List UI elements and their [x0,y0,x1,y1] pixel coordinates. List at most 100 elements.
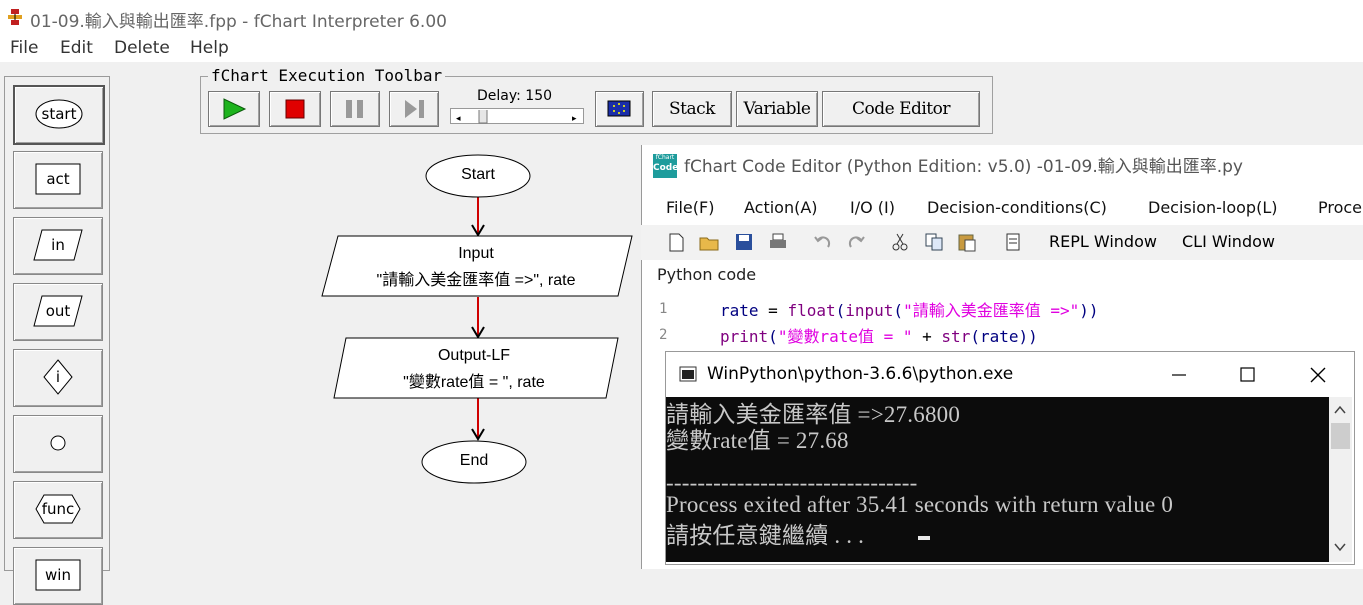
cli-window-button[interactable]: CLI Window [1182,232,1275,251]
execution-toolbar-title: fChart Execution Toolbar [208,66,446,85]
editor-toolbar: REPL Window CLI Window [641,225,1363,260]
run-button[interactable] [208,91,260,127]
flow-input-body: "請輸入美金匯率值 =>", rate [376,272,576,289]
fchart-code-icon: fChart Code [653,154,679,178]
play-icon [223,98,247,120]
line-number: 1 [659,301,668,317]
console-title: WinPython\python-3.6.6\python.exe [707,364,1014,384]
step-icon [405,100,424,118]
code-token: "變數rate值 = " [777,327,913,346]
code-line-2: print("變數rate值 = " + str(rate)) [720,323,1038,347]
console-line: Process exited after 35.41 seconds with … [666,492,1174,517]
editor-menu-file[interactable]: File(F) [666,198,714,217]
flow-start-label: Start [461,166,495,183]
document-icon[interactable] [1003,232,1023,252]
menu-bar: File Edit Delete Help [0,36,1363,62]
editor-menu-decision-loop[interactable]: Decision-loop(L) [1148,198,1277,217]
console-icon [679,366,697,382]
window-controls [1172,367,1326,383]
new-file-icon[interactable] [666,232,686,252]
stack-button[interactable]: Stack [652,91,732,127]
svg-text:◂: ◂ [456,114,461,124]
palette-start-button[interactable]: start [13,85,105,145]
stop-button[interactable] [269,91,321,127]
code-icon-text-bottom: Code [653,163,679,173]
code-token: float [787,301,836,320]
code-token: ( [893,301,904,320]
print-icon[interactable] [768,232,788,252]
flow-output-body: "變數rate值 = ", rate [403,374,545,391]
cut-icon[interactable] [890,232,910,252]
python-code-label: Python code [657,265,757,284]
console-scrollbar[interactable] [1329,397,1352,562]
code-token: ( [970,327,980,346]
scroll-down-icon[interactable] [1334,543,1346,552]
circle-icon [50,435,66,451]
open-folder-icon[interactable] [699,232,719,252]
editor-menu-procedure[interactable]: Proce [1318,198,1362,217]
save-icon[interactable] [734,232,754,252]
editor-menu-io[interactable]: I/O (I) [850,198,895,217]
svg-text:▸: ▸ [572,114,577,124]
palette-start-label: start [41,105,77,123]
palette-func-button[interactable]: func [13,481,103,539]
palette-func-label: func [41,500,75,518]
menu-help[interactable]: Help [190,38,229,58]
close-icon[interactable] [1310,367,1326,383]
console-line: 請按任意鍵繼續 . . . [666,523,871,548]
menu-delete[interactable]: Delete [114,38,170,58]
code-line-1: rate = float(input("請輸入美金匯率值 =>")) [720,297,1099,321]
code-token: ( [768,327,778,346]
title-bar: 01-09.輸入與輸出匯率.fpp - fChart Interpreter 6… [0,0,1363,36]
delay-label: Delay: 150 [477,88,553,104]
code-editor-title: fChart Code Editor (Python Edition: v5.0… [684,157,1243,177]
code-token: print [720,327,769,346]
undo-icon[interactable] [813,232,833,252]
code-token: + [912,327,942,346]
shape-palette: start act in out i func win [4,76,110,605]
palette-connector-button[interactable] [13,415,103,473]
palette-decision-button[interactable]: i [13,349,103,407]
menu-edit[interactable]: Edit [60,38,93,58]
repl-window-button[interactable]: REPL Window [1049,232,1157,251]
paste-icon[interactable] [957,232,977,252]
flow-end-label: End [459,452,489,469]
pause-icon [346,100,363,118]
code-token: )) [1079,301,1099,320]
code-token: ( [835,301,846,320]
code-editor-button[interactable]: Code Editor [822,91,980,127]
scroll-thumb[interactable] [1331,423,1350,449]
menu-file[interactable]: File [10,38,38,58]
code-token: rate [979,327,1019,346]
flag-button[interactable] [595,91,644,127]
maximize-icon[interactable] [1240,367,1255,382]
editor-menu-decision-conditions[interactable]: Decision-conditions(C) [927,198,1107,217]
code-token: = [758,301,788,320]
palette-in-button[interactable]: in [13,217,103,275]
redo-icon[interactable] [846,232,866,252]
code-icon-text-top: fChart [655,154,675,161]
fchart-app-icon [8,9,22,25]
scroll-up-icon[interactable] [1334,405,1346,414]
palette-act-button[interactable]: act [13,151,103,209]
palette-act-label: act [46,170,70,188]
code-token: str [941,327,971,346]
editor-menu-action[interactable]: Action(A) [744,198,818,217]
code-token: rate [720,301,759,320]
step-button[interactable] [389,91,439,127]
palette-out-button[interactable]: out [13,283,103,341]
copy-icon[interactable] [924,232,944,252]
code-token: )) [1018,327,1038,346]
code-token: "請輸入美金匯率值 =>" [903,301,1080,320]
console-cursor [918,536,930,540]
delay-slider[interactable]: ◂ ▸ [450,108,584,124]
palette-win-button[interactable]: win [13,547,103,605]
window-title: 01-09.輸入與輸出匯率.fpp - fChart Interpreter 6… [30,12,447,32]
variable-button[interactable]: Variable [736,91,818,127]
palette-out-label: out [45,302,71,320]
flag-icon [607,100,631,117]
pause-button[interactable] [330,91,380,127]
console-line: 變數rate值 = 27.68 [666,428,849,453]
palette-in-label: in [51,236,65,254]
flow-output-title: Output-LF [437,347,511,364]
